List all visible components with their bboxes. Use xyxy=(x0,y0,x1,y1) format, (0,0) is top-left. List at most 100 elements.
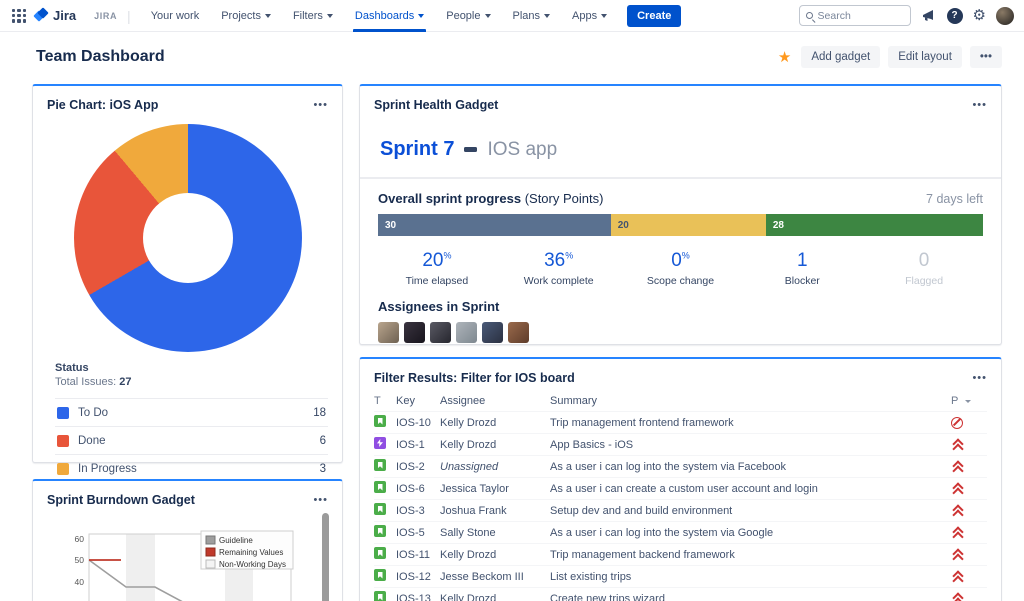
priority-icon xyxy=(951,505,963,517)
edit-layout-button[interactable]: Edit layout xyxy=(888,46,962,68)
table-row[interactable]: IOS-12 Jesse Beckom III List existing tr… xyxy=(374,565,987,587)
priority-icon xyxy=(951,593,963,601)
chevron-down-icon xyxy=(418,14,425,18)
issue-type-icon xyxy=(374,591,386,601)
dashboard-more-button[interactable]: ••• xyxy=(969,46,1002,68)
priority-icon xyxy=(951,549,963,561)
issue-type-icon xyxy=(374,525,386,537)
nav-item-people[interactable]: People xyxy=(436,0,500,32)
sort-chevron-icon xyxy=(965,399,972,403)
priority-icon xyxy=(951,527,963,539)
progress-segment-inprogress[interactable]: 20 xyxy=(610,214,766,236)
legend-row-todo[interactable]: To Do 18 xyxy=(55,398,328,426)
nav-item-plans[interactable]: Plans xyxy=(503,0,561,32)
non-working-band xyxy=(126,534,155,601)
issue-type-icon xyxy=(374,503,386,515)
svg-text:Guideline: Guideline xyxy=(219,536,253,545)
issue-type-icon xyxy=(374,437,386,449)
legend-row-done[interactable]: Done 6 xyxy=(55,426,328,454)
jira-logo-icon xyxy=(33,7,49,23)
priority-icon xyxy=(951,416,963,429)
sprint-burndown-gadget: Sprint Burndown Gadget ••• 60 50 40 30 S… xyxy=(32,479,343,601)
assignee-avatar[interactable] xyxy=(456,322,477,343)
announcement-icon[interactable] xyxy=(921,8,937,24)
priority-icon xyxy=(951,571,963,583)
assignees-heading: Assignees in Sprint xyxy=(378,299,500,314)
col-priority[interactable]: P xyxy=(951,395,987,407)
gadget-scrollbar[interactable] xyxy=(322,513,329,601)
nav-item-dashboards[interactable]: Dashboards xyxy=(345,0,434,32)
chevron-down-icon xyxy=(484,14,491,18)
nav-item-projects[interactable]: Projects xyxy=(211,0,281,32)
assignee-avatar[interactable] xyxy=(482,322,503,343)
page-title: Team Dashboard xyxy=(36,48,165,65)
table-row[interactable]: IOS-3 Joshua Frank Setup dev and and bui… xyxy=(374,499,987,521)
chart-legend: Guideline Remaining Values Non-Working D… xyxy=(200,530,294,570)
table-row[interactable]: IOS-6 Jessica Taylor As a user i can cre… xyxy=(374,477,987,499)
status-heading: Status xyxy=(55,362,89,374)
help-icon[interactable]: ? xyxy=(946,7,963,24)
gadget-more-icon[interactable]: ••• xyxy=(972,372,987,384)
stat-flagged: 0 Flagged xyxy=(905,250,944,287)
svg-text:Non-Working Days: Non-Working Days xyxy=(219,560,286,569)
table-row[interactable]: IOS-13 Kelly Drozd Create new trips wiza… xyxy=(374,587,987,601)
create-button[interactable]: Create xyxy=(627,4,682,27)
table-row[interactable]: IOS-2 Unassigned As a user i can log int… xyxy=(374,455,987,477)
col-type[interactable]: T xyxy=(374,395,396,407)
col-summary[interactable]: Summary xyxy=(550,395,951,407)
gadget-more-icon[interactable]: ••• xyxy=(313,494,328,506)
progress-segment-todo[interactable]: 30 xyxy=(378,214,611,236)
chevron-down-icon xyxy=(264,14,271,18)
table-row[interactable]: IOS-11 Kelly Drozd Trip management backe… xyxy=(374,543,987,565)
jira-logo[interactable]: Jira xyxy=(33,7,77,23)
sprint-health-gadget: Sprint Health Gadget ••• Sprint 7 IOS ap… xyxy=(359,84,1002,345)
table-header: T Key Assignee Summary P xyxy=(374,391,987,411)
done-swatch xyxy=(57,434,69,447)
app-switcher-icon[interactable] xyxy=(12,8,26,23)
priority-icon xyxy=(951,461,963,473)
jira-logo-text: Jira xyxy=(53,8,77,23)
table-row[interactable]: IOS-10 Kelly Drozd Trip management front… xyxy=(374,411,987,433)
assignee-avatar[interactable] xyxy=(378,322,399,343)
nav-item-your-work[interactable]: Your work xyxy=(141,0,210,32)
search-icon xyxy=(805,12,813,19)
assignee-avatar[interactable] xyxy=(404,322,425,343)
sprint-progress-bar: 30 20 28 xyxy=(378,214,983,236)
nav-item-apps[interactable]: Apps xyxy=(562,0,617,32)
assignee-avatar[interactable] xyxy=(430,322,451,343)
status-donut-chart[interactable] xyxy=(73,124,302,352)
user-avatar[interactable] xyxy=(996,6,1014,25)
board-name: IOS app xyxy=(487,138,558,160)
stat-blocker: 1 Blocker xyxy=(784,250,820,287)
sprint-name-link[interactable]: Sprint 7 xyxy=(380,138,454,161)
table-row[interactable]: IOS-5 Sally Stone As a user i can log in… xyxy=(374,521,987,543)
assignee-avatar[interactable] xyxy=(508,322,529,343)
col-key[interactable]: Key xyxy=(396,395,440,407)
add-gadget-button[interactable]: Add gadget xyxy=(801,46,881,68)
gadget-more-icon[interactable]: ••• xyxy=(313,99,328,111)
page-header: Team Dashboard ★ Add gadget Edit layout … xyxy=(0,32,1024,68)
stat-scope-change: 0% Scope change xyxy=(646,250,715,287)
favorite-star-icon[interactable]: ★ xyxy=(778,48,791,66)
project-label: JIRA xyxy=(94,10,118,21)
nav-item-filters[interactable]: Filters xyxy=(283,0,343,32)
y-tick: 50 xyxy=(75,555,85,565)
progress-segment-done[interactable]: 28 xyxy=(765,214,983,236)
gadget-more-icon[interactable]: ••• xyxy=(972,99,987,111)
chevron-down-icon xyxy=(544,14,551,18)
y-tick: 60 xyxy=(75,534,85,544)
table-row[interactable]: IOS-1 Kelly Drozd App Basics - iOS xyxy=(374,433,987,455)
search-box[interactable] xyxy=(798,5,911,26)
nav-divider: | xyxy=(127,7,131,24)
issue-type-icon xyxy=(374,459,386,471)
search-input[interactable] xyxy=(817,9,904,22)
settings-gear-icon[interactable]: ⚙ xyxy=(973,7,986,24)
inprogress-swatch xyxy=(57,462,69,475)
svg-text:Remaining Values: Remaining Values xyxy=(219,548,283,557)
issue-type-icon xyxy=(374,569,386,581)
issue-type-icon xyxy=(374,481,386,493)
col-assignee[interactable]: Assignee xyxy=(440,395,550,407)
days-left: 7 days left xyxy=(926,192,983,206)
gadget-title: Filter Results: Filter for IOS board xyxy=(374,371,575,385)
gadget-title: Pie Chart: iOS App xyxy=(47,98,159,112)
